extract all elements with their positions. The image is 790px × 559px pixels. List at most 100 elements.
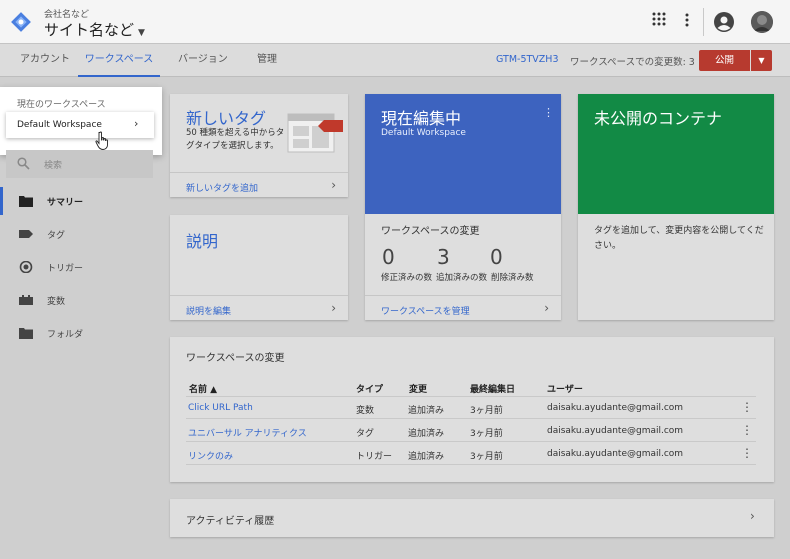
container-id[interactable]: GTM-5TVZH3 [496,54,559,65]
column-header-change[interactable]: 変更 [409,382,427,395]
caret-down-icon: ▼ [138,28,145,38]
deleted-label: 削除済み数 [491,273,534,283]
unpublished-message: タグを追加して、変更内容を公開してください。 [594,226,764,251]
description-title: 説明 [186,232,219,251]
more-vert-icon[interactable]: ⋮ [741,423,753,437]
avatar-image-icon [751,11,773,33]
current-editing-card: 現在編集中 Default Workspace ⋮ ワークスペースの変更 0 3… [365,94,561,320]
sidebar-item-label: フォルダ [47,330,84,340]
activity-history-title: アクティビティ履歴 [186,516,275,527]
row-edited: 3ヶ月前 [470,429,503,439]
chevron-right-icon[interactable]: › [544,301,549,315]
workspace-changes-card: ワークスペースの変更 名前 ▲ タイプ 変更 最終編集日 ユーザー Click … [170,337,774,482]
added-label: 追加済みの数 [436,273,488,283]
tab-version[interactable]: バージョン [178,44,228,77]
tab-admin[interactable]: 管理 [257,44,277,77]
search-icon [17,157,30,170]
workspace-selector[interactable]: Default Workspace › [6,112,154,138]
more-vert-icon[interactable] [684,12,690,28]
tag-illustration-icon [287,113,343,153]
gtm-logo-icon[interactable] [10,11,32,33]
trigger-icon [19,261,33,273]
sidebar-item-label: タグ [47,231,66,241]
top-header: 会社名など サイト名など ▼ [0,0,790,44]
added-count: 3 [437,245,450,269]
manage-workspace-link[interactable]: ワークスペースを管理 [381,304,470,317]
row-change: 追加済み [408,429,445,439]
column-header-edited[interactable]: 最終編集日 [470,382,515,395]
add-tag-link[interactable]: 新しいタグを追加 [186,181,258,194]
sidebar-item-variables[interactable]: 変数 [0,286,160,314]
row-name-link[interactable]: Click URL Path [188,403,253,413]
account-circle-icon[interactable] [714,12,734,32]
folder-icon [19,328,33,339]
variable-icon [19,295,33,305]
hand-cursor-icon [95,131,108,150]
row-user: daisaku.ayudante@gmail.com [547,403,684,413]
tab-bar: アカウント ワークスペース バージョン 管理 GTM-5TVZH3 ワークスペー… [0,44,790,77]
activity-history-card[interactable]: アクティビティ履歴 › [170,499,774,537]
chevron-right-icon[interactable]: › [331,301,336,315]
editing-workspace-name: Default Workspace [381,128,466,138]
column-header-type[interactable]: タイプ [356,382,383,395]
row-name-link[interactable]: リンクのみ [188,449,233,462]
sidebar-item-summary[interactable]: サマリー [0,187,160,215]
new-tag-title: 新しいタグ [186,109,267,128]
table-row: リンクのみ トリガー 追加済み 3ヶ月前 daisaku.ayudante@gm… [186,443,756,465]
unpublished-container-card: 未公開のコンテナ タグを追加して、変更内容を公開してください。 [578,94,774,320]
modified-count: 0 [382,245,395,269]
column-header-name[interactable]: 名前 ▲ [189,382,217,395]
workspace-changes-label: ワークスペースの変更 [381,226,480,237]
sidebar-item-folders[interactable]: フォルダ [0,319,160,347]
sidebar-item-label: 変数 [47,297,66,307]
folder-open-icon [19,196,33,207]
site-selector[interactable]: サイト名など ▼ [44,19,145,40]
editing-title: 現在編集中 [381,109,462,128]
new-tag-card[interactable]: 新しいタグ 50 種類を超える中からタグタイプを選択します。 新しいタグを追加 … [170,94,348,197]
site-name: サイト名など [44,21,135,39]
unpublished-header: 未公開のコンテナ [578,94,774,214]
tab-workspace[interactable]: ワークスペース [78,44,160,77]
publish-button[interactable]: 公開 [699,50,750,71]
sidebar-item-tags[interactable]: タグ [0,220,160,248]
sidebar-item-label: トリガー [47,264,84,274]
card-footer: 新しいタグを追加 › [170,172,348,197]
editing-header: 現在編集中 Default Workspace ⋮ [365,94,561,214]
row-name-link[interactable]: ユニバーサル アナリティクス [188,426,307,439]
new-tag-description: 50 種類を超える中からタグタイプを選択します。 [186,128,285,151]
column-header-user[interactable]: ユーザー [547,382,583,395]
row-edited: 3ヶ月前 [470,452,503,462]
user-avatar[interactable] [751,11,773,33]
apps-grid-icon[interactable] [652,12,666,26]
unpublished-title: 未公開のコンテナ [594,109,723,128]
row-change: 追加済み [408,452,445,462]
chevron-right-icon[interactable]: › [750,509,755,523]
row-type: タグ [356,429,375,439]
more-vert-icon[interactable]: ⋮ [741,446,753,460]
header-divider [703,8,704,36]
row-change: 追加済み [408,406,445,416]
row-user: daisaku.ayudante@gmail.com [547,426,684,436]
card-footer: 説明を編集 › [170,295,348,320]
more-vert-icon[interactable]: ⋮ [741,400,753,414]
workspace-name: Default Workspace [17,120,102,130]
tab-account[interactable]: アカウント [20,44,70,77]
workspace-change-count: ワークスペースでの変更数: 3 [570,57,695,68]
table-row: Click URL Path 変数 追加済み 3ヶ月前 daisaku.ayud… [186,397,756,419]
edit-description-link[interactable]: 説明を編集 [186,304,231,317]
table-row: ユニバーサル アナリティクス タグ 追加済み 3ヶ月前 daisaku.ayud… [186,420,756,442]
deleted-count: 0 [490,245,503,269]
modified-label: 修正済みの数 [381,273,433,283]
search-input[interactable]: 検索 [6,150,153,178]
row-edited: 3ヶ月前 [470,406,503,416]
row-user: daisaku.ayudante@gmail.com [547,449,684,459]
publish-dropdown-icon[interactable]: ▼ [751,50,772,71]
more-vert-icon[interactable]: ⋮ [543,106,554,119]
sidebar-item-label: サマリー [47,198,84,208]
sidebar-item-triggers[interactable]: トリガー [0,253,160,281]
chevron-right-icon: › [134,117,139,130]
chevron-right-icon[interactable]: › [331,178,336,192]
description-card[interactable]: 説明 説明を編集 › [170,215,348,320]
changes-table-title: ワークスペースの変更 [186,353,285,364]
search-placeholder: 検索 [44,161,63,171]
